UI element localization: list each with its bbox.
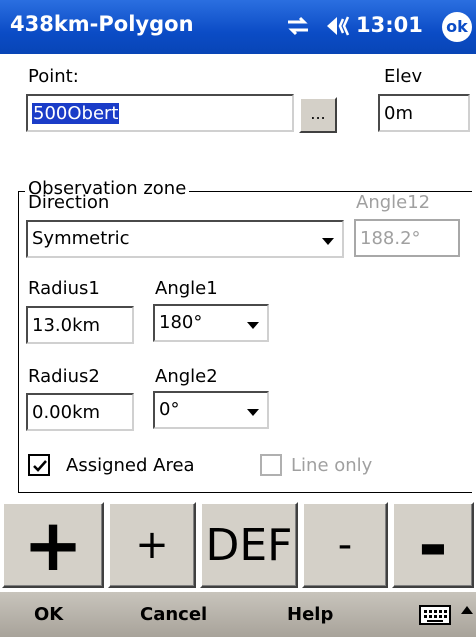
clock[interactable]: 13:01: [356, 13, 423, 37]
line-only-checkbox: [260, 454, 282, 476]
chevron-down-icon: [322, 238, 334, 245]
direction-label: Direction: [28, 192, 110, 213]
checkmark-icon: [33, 460, 47, 472]
radius2-field[interactable]: 0.00km: [26, 393, 134, 431]
direction-select[interactable]: Symmetric: [26, 220, 344, 258]
default-button[interactable]: DEF: [200, 502, 298, 588]
radius1-label: Radius1: [28, 278, 100, 299]
chevron-down-icon: [247, 409, 259, 416]
elev-field[interactable]: 0m: [378, 94, 470, 132]
angle12-field: 188.2°: [354, 219, 460, 257]
cancel-menu-item[interactable]: Cancel: [140, 604, 207, 625]
angle1-label: Angle1: [155, 278, 218, 299]
elev-label: Elev: [384, 66, 423, 87]
ok-icon[interactable]: ok: [442, 12, 472, 42]
elev-value: 0m: [384, 102, 413, 124]
radius2-value: 0.00km: [32, 401, 101, 423]
big-decrease-button[interactable]: -: [392, 502, 474, 588]
small-decrease-button[interactable]: -: [302, 502, 388, 588]
keyboard-icon[interactable]: [419, 603, 453, 627]
browse-point-button[interactable]: ...: [299, 97, 337, 133]
assigned-area-checkbox[interactable]: [28, 454, 50, 476]
angle1-value: 180°: [159, 312, 203, 333]
angle2-value: 0°: [159, 399, 180, 420]
menu-bar: OK Cancel Help: [0, 592, 476, 637]
volume-icon[interactable]: [323, 13, 351, 39]
assigned-area-label: Assigned Area: [66, 455, 195, 476]
radius1-field[interactable]: 13.0km: [26, 306, 134, 344]
radius1-value: 13.0km: [32, 314, 101, 336]
angle2-select[interactable]: 0°: [153, 391, 269, 429]
chevron-down-icon: [247, 322, 259, 329]
point-value: 500Obert: [32, 102, 120, 124]
angle2-label: Angle2: [155, 366, 218, 387]
direction-value: Symmetric: [32, 228, 130, 249]
title-bar: 438km-Polygon 13:01 ok: [0, 0, 476, 54]
radius2-label: Radius2: [28, 366, 100, 387]
help-menu-item[interactable]: Help: [287, 604, 333, 625]
ok-menu-item[interactable]: OK: [34, 604, 63, 625]
angle12-value: 188.2°: [360, 227, 421, 249]
small-increase-button[interactable]: +: [108, 502, 196, 588]
point-field[interactable]: 500Obert: [26, 94, 294, 132]
angle1-select[interactable]: 180°: [153, 304, 269, 342]
big-increase-button[interactable]: +: [2, 502, 104, 588]
chevron-up-icon[interactable]: [461, 606, 473, 614]
point-label: Point:: [28, 66, 79, 87]
line-only-label: Line only: [291, 455, 373, 476]
window-title: 438km-Polygon: [10, 12, 194, 36]
connectivity-icon[interactable]: [285, 13, 311, 39]
angle12-label: Angle12: [356, 192, 431, 213]
